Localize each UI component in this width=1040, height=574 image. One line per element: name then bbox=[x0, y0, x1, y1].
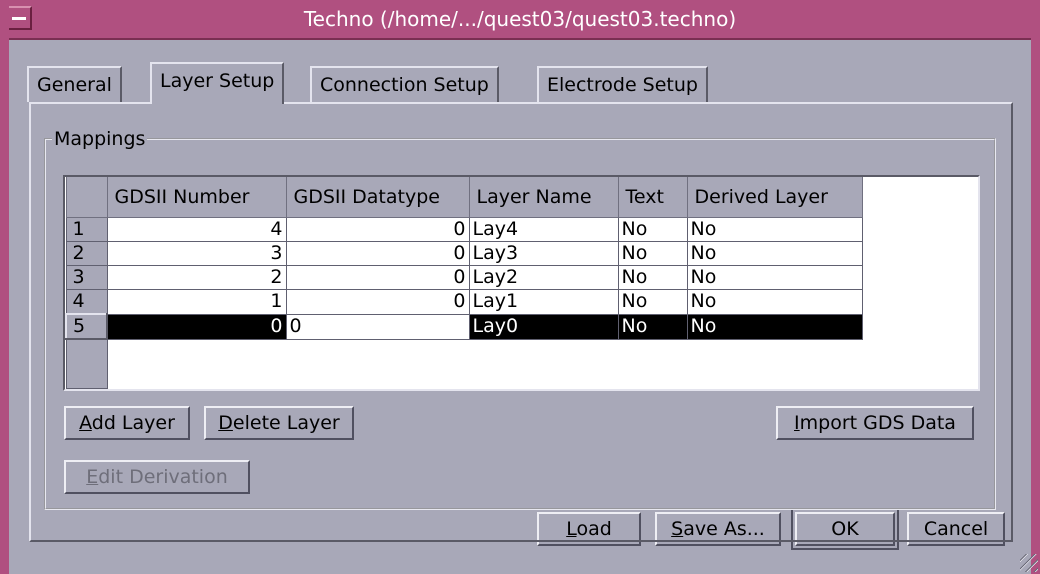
cell-gds-number[interactable]: 2 bbox=[106, 265, 287, 290]
column-header-text[interactable]: Text bbox=[617, 177, 688, 218]
cell-gds-datatype[interactable]: 0 bbox=[285, 289, 470, 315]
row-number[interactable]: 1 bbox=[65, 217, 108, 242]
tab-electrode-setup[interactable]: Electrode Setup bbox=[537, 66, 708, 102]
cell-gds-datatype[interactable]: 0 bbox=[285, 313, 470, 340]
mappings-legend: Mappings bbox=[54, 128, 146, 150]
cell-derived-layer[interactable]: No bbox=[686, 217, 863, 242]
column-header-layer-name[interactable]: Layer Name bbox=[468, 177, 619, 218]
cell-layer-name[interactable]: Lay4 bbox=[468, 217, 619, 242]
cell-gds-datatype[interactable]: 0 bbox=[285, 265, 470, 290]
dialog-body: General Layer Setup Connection Setup Ele… bbox=[9, 40, 1031, 574]
empty-row-area bbox=[65, 338, 862, 389]
window-frame-right bbox=[1031, 0, 1040, 574]
cell-text[interactable]: No bbox=[617, 241, 688, 266]
techno-dialog: Techno (/home/.../quest03/quest03.techno… bbox=[0, 0, 1040, 574]
cell-text[interactable]: No bbox=[617, 217, 688, 242]
layer-setup-panel: Mappings GDSII Number GDSII Datatype Lay… bbox=[29, 102, 1013, 542]
cell-gds-datatype[interactable]: 0 bbox=[285, 217, 470, 242]
import-gds-data-button[interactable]: Import GDS Data bbox=[776, 406, 974, 440]
tab-general[interactable]: General bbox=[27, 66, 122, 102]
column-header-gds-number[interactable]: GDSII Number bbox=[106, 177, 287, 218]
row-number[interactable]: 4 bbox=[65, 289, 108, 315]
cell-derived-layer[interactable]: No bbox=[686, 313, 863, 340]
cell-layer-name[interactable]: Lay0 bbox=[468, 313, 619, 340]
title-bar[interactable]: Techno (/home/.../quest03/quest03.techno… bbox=[0, 0, 1040, 40]
mappings-table[interactable]: GDSII Number GDSII Datatype Layer Name T… bbox=[63, 175, 980, 391]
window-frame-left bbox=[0, 0, 9, 574]
table-row[interactable]: 4 1 0 Lay1 No No bbox=[65, 289, 863, 315]
cell-layer-name[interactable]: Lay2 bbox=[468, 265, 619, 290]
cell-gds-number[interactable]: 4 bbox=[106, 217, 287, 242]
tab-connection-setup[interactable]: Connection Setup bbox=[310, 66, 499, 102]
cell-derived-layer[interactable]: No bbox=[686, 265, 863, 290]
cell-derived-layer[interactable]: No bbox=[686, 289, 863, 315]
edit-derivation-button[interactable]: Edit Derivation bbox=[64, 460, 250, 494]
mappings-grid: GDSII Number GDSII Datatype Layer Name T… bbox=[65, 177, 863, 389]
row-header-corner bbox=[65, 177, 108, 218]
cell-derived-layer[interactable]: No bbox=[686, 241, 863, 266]
cell-gds-number[interactable]: 1 bbox=[106, 289, 287, 315]
cell-layer-name[interactable]: Lay1 bbox=[468, 289, 619, 315]
row-number[interactable]: 5 bbox=[65, 313, 108, 340]
add-layer-button[interactable]: Add Layer bbox=[64, 406, 190, 440]
delete-layer-button[interactable]: Delete Layer bbox=[204, 406, 354, 440]
cell-text[interactable]: No bbox=[617, 313, 688, 340]
cell-layer-name[interactable]: Lay3 bbox=[468, 241, 619, 266]
column-header-derived-layer[interactable]: Derived Layer bbox=[686, 177, 863, 218]
table-row[interactable]: 2 3 0 Lay3 No No bbox=[65, 241, 863, 266]
cell-gds-number[interactable]: 3 bbox=[106, 241, 287, 266]
table-row[interactable]: 1 4 0 Lay4 No No bbox=[65, 217, 863, 242]
row-number[interactable]: 2 bbox=[65, 241, 108, 266]
cell-gds-number[interactable]: 0 bbox=[106, 313, 287, 340]
cell-text[interactable]: No bbox=[617, 265, 688, 290]
cell-text[interactable]: No bbox=[617, 289, 688, 315]
table-header-row: GDSII Number GDSII Datatype Layer Name T… bbox=[65, 177, 863, 218]
cell-gds-datatype[interactable]: 0 bbox=[285, 241, 470, 266]
column-header-gds-datatype[interactable]: GDSII Datatype bbox=[285, 177, 470, 218]
row-number[interactable]: 3 bbox=[65, 265, 108, 290]
table-row[interactable]: 3 2 0 Lay2 No No bbox=[65, 265, 863, 290]
mappings-group: Mappings GDSII Number GDSII Datatype Lay… bbox=[44, 128, 996, 510]
tab-layer-setup[interactable]: Layer Setup bbox=[150, 62, 285, 104]
window-title: Techno (/home/.../quest03/quest03.techno… bbox=[303, 7, 737, 31]
resize-grip-icon[interactable] bbox=[1020, 554, 1038, 572]
table-row[interactable]: 5 0 0 Lay0 No No bbox=[65, 313, 863, 340]
